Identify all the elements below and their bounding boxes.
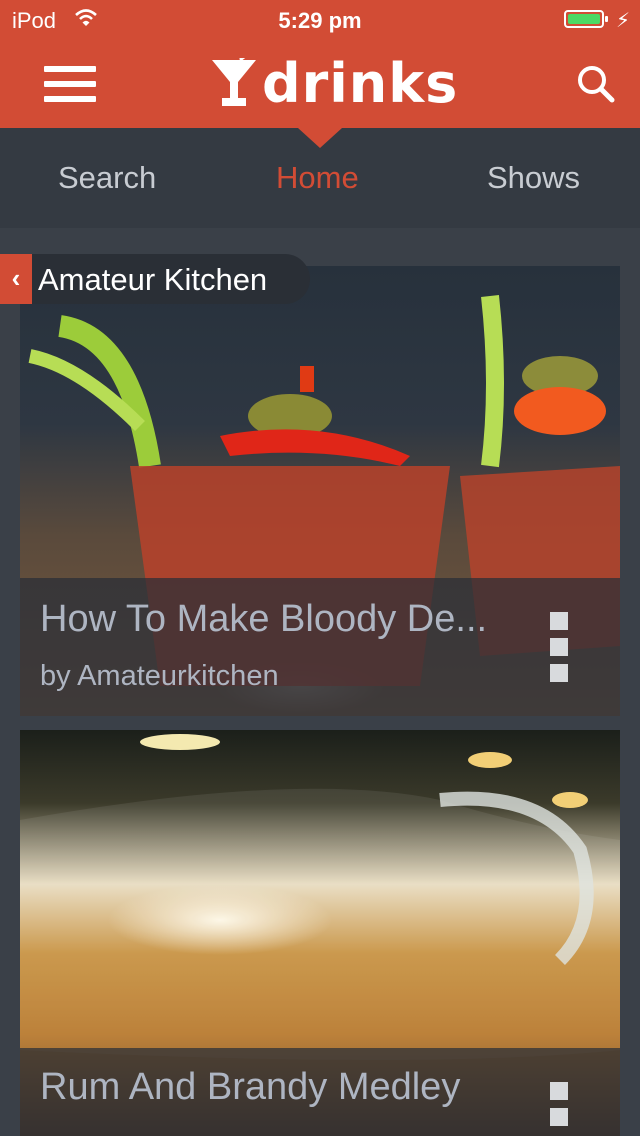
battery-fill [568, 14, 600, 24]
card-byline: by Amateurkitchen [40, 660, 279, 692]
status-bar: iPod 5:29 pm ⚡ [0, 0, 640, 40]
active-tab-indicator [298, 128, 342, 148]
charging-bolt-icon: ⚡ [616, 10, 631, 32]
clock: 5:29 pm [278, 8, 362, 33]
card-caption: How To Make Bloody De... by Amateurkitch… [20, 578, 620, 716]
card-caption: Rum And Brandy Medley [20, 1048, 620, 1136]
more-options-icon[interactable] [550, 1082, 568, 1134]
more-options-icon[interactable] [550, 612, 568, 684]
battery-icon [564, 10, 608, 28]
cocktail-glass-icon [212, 58, 256, 106]
card-title: Rum And Brandy Medley [40, 1066, 461, 1108]
back-arrow-icon[interactable]: ‹ [0, 254, 32, 304]
video-card[interactable]: Rum And Brandy Medley [20, 730, 620, 1136]
card-title: How To Make Bloody De... [40, 598, 488, 640]
logo-text: drinks [262, 52, 459, 115]
tab-shows[interactable]: Shows [487, 160, 580, 196]
search-icon [578, 66, 615, 103]
hamburger-menu-icon[interactable] [44, 64, 96, 104]
tab-search[interactable]: Search [58, 160, 156, 196]
battery-nub [605, 16, 608, 22]
search-button[interactable] [574, 62, 618, 106]
category-label: Amateur Kitchen [38, 262, 268, 297]
tab-home[interactable]: Home [276, 160, 359, 196]
category-chip[interactable]: ‹ Amateur Kitchen [0, 254, 310, 304]
video-card[interactable]: How To Make Bloody De... by Amateurkitch… [20, 266, 620, 716]
